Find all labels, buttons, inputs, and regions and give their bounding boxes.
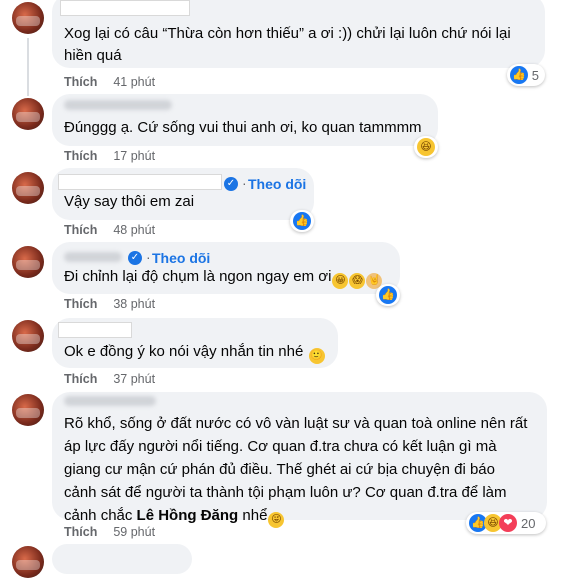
- avatar[interactable]: [12, 394, 44, 426]
- like-reaction-icon: 👍: [379, 286, 397, 304]
- avatar[interactable]: [12, 546, 44, 578]
- like-link[interactable]: Thích: [64, 75, 97, 89]
- follow-button[interactable]: Theo dõi: [152, 250, 210, 266]
- love-reaction-icon: ❤: [499, 514, 517, 532]
- comment-actions: Thích 59 phút: [64, 524, 155, 540]
- verified-check-icon: ✓: [224, 177, 238, 191]
- timestamp[interactable]: 38 phút: [113, 297, 155, 311]
- avatar[interactable]: [12, 320, 44, 352]
- thread-line: [27, 38, 29, 96]
- comment-text-line: Vậy say thôi em zai: [64, 193, 195, 210]
- comment-actions: Thích 41 phút: [64, 74, 155, 90]
- like-link[interactable]: Thích: [64, 525, 97, 539]
- redacted-name: [58, 322, 132, 338]
- separator-dot: ·: [146, 249, 151, 265]
- follow-button[interactable]: Theo dõi: [248, 176, 306, 192]
- timestamp[interactable]: 17 phút: [113, 149, 155, 163]
- separator-dot: ·: [242, 175, 247, 191]
- reaction-count: 20: [521, 515, 536, 531]
- reaction-summary[interactable]: 😆: [414, 136, 438, 158]
- reaction-summary[interactable]: 👍: [376, 284, 400, 306]
- comment-text-line: Xog lại có câu “Thừa còn hơn thiếu” a ơi…: [64, 25, 511, 42]
- comment-actions: Thích 17 phút: [64, 148, 155, 164]
- reaction-count: 5: [531, 67, 539, 83]
- haha-reaction-icon: 😆: [417, 138, 435, 156]
- redacted-name: [58, 174, 222, 190]
- grin-emoji-icon: 😀: [332, 273, 349, 289]
- reaction-summary[interactable]: 👍: [290, 210, 314, 232]
- comment-bubble: [52, 544, 192, 574]
- comment-text-line: áp lực đấy người nổi tiếng. Cơ quan đ.tr…: [64, 438, 497, 455]
- avatar[interactable]: [12, 2, 44, 34]
- comment-actions: Thích 48 phút: [64, 222, 155, 238]
- like-reaction-icon: 👍: [510, 66, 528, 84]
- mention-link[interactable]: Lê Hồng Đăng: [137, 507, 239, 524]
- verified-check-icon: ✓: [128, 251, 142, 265]
- wink-tongue-emoji-icon: 😜: [268, 512, 285, 528]
- comment-text: Ok e đồng ý ko nói vậy nhắn tin nhé: [64, 343, 304, 360]
- smile-emoji-icon: 🙂: [308, 348, 325, 364]
- comment-text: Đi chỉnh lại độ chụm là ngon ngay em ơi: [64, 268, 332, 285]
- like-link[interactable]: Thích: [64, 297, 97, 311]
- like-link[interactable]: Thích: [64, 223, 97, 237]
- comment-actions: Thích 38 phút: [64, 296, 155, 312]
- comment-text-line: Đúnggg ạ. Cứ sống vui thui anh ơi, ko qu…: [64, 119, 422, 136]
- comment-text-line: Rõ khổ, sống ở đất nước có vô vàn luật s…: [64, 415, 528, 432]
- comment-text: cảnh chắc: [64, 507, 137, 524]
- timestamp[interactable]: 48 phút: [113, 223, 155, 237]
- redacted-name: [64, 252, 122, 262]
- like-link[interactable]: Thích: [64, 149, 97, 163]
- redacted-name: [60, 0, 190, 16]
- avatar[interactable]: [12, 98, 44, 130]
- comment-text-line: hiền quá: [64, 47, 122, 64]
- comment-text-line: giang cư mận cứ phán đủ điều. Thế ghét a…: [64, 461, 495, 478]
- timestamp[interactable]: 41 phút: [113, 75, 155, 89]
- scream-emoji-icon: 😱: [349, 273, 366, 289]
- timestamp[interactable]: 37 phút: [113, 372, 155, 386]
- avatar[interactable]: [12, 246, 44, 278]
- comment-text: nhể: [238, 507, 268, 524]
- like-link[interactable]: Thích: [64, 372, 97, 386]
- timestamp[interactable]: 59 phút: [113, 525, 155, 539]
- comment-text-line: Ok e đồng ý ko nói vậy nhắn tin nhé 🙂: [64, 341, 325, 364]
- comment-text-line: cảnh sát để người ta thành tội phạm luôn…: [64, 484, 507, 501]
- reaction-summary[interactable]: 👍 5: [507, 64, 545, 86]
- redacted-name: [64, 396, 156, 406]
- comment-actions: Thích 37 phút: [64, 371, 155, 387]
- like-reaction-icon: 👍: [293, 212, 311, 230]
- comment-text-line: Đi chỉnh lại độ chụm là ngon ngay em ơi 😀…: [64, 266, 383, 289]
- avatar[interactable]: [12, 172, 44, 204]
- reaction-summary[interactable]: 👍 😆 ❤ 20: [466, 512, 546, 534]
- redacted-name: [64, 100, 172, 110]
